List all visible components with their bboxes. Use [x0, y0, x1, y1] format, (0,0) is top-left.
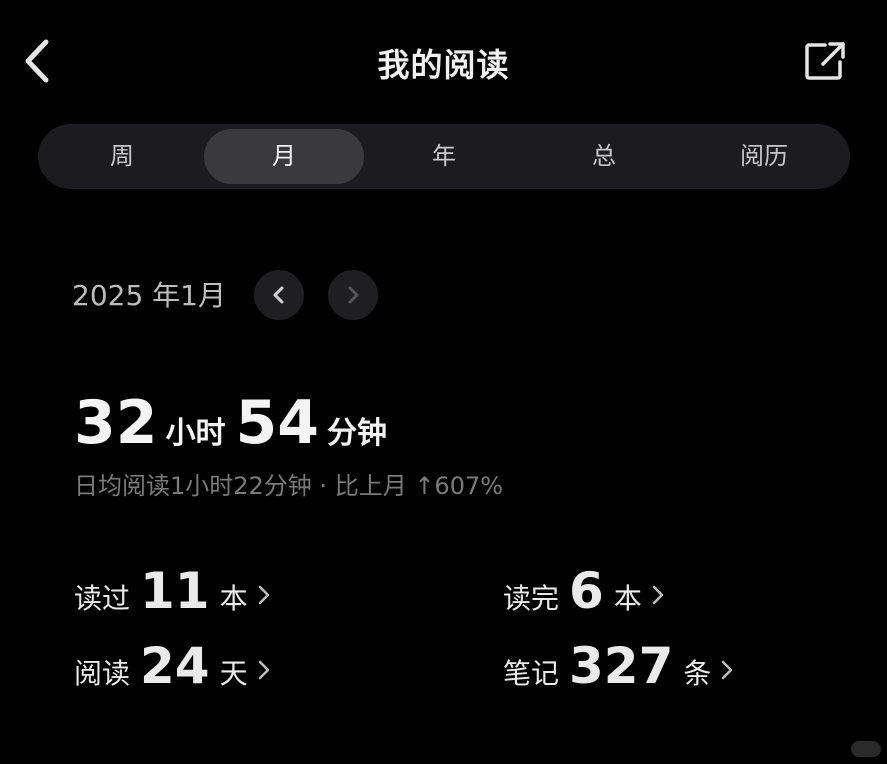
- period-label: 2025 年1月: [72, 279, 226, 312]
- stat-unit: 天: [219, 657, 248, 690]
- share-button[interactable]: [803, 40, 847, 82]
- chevron-right-icon: [258, 660, 269, 680]
- stat-value: 24: [140, 637, 210, 695]
- total-hours: 32: [74, 388, 158, 458]
- chevron-left-icon: [273, 286, 284, 304]
- stat-unit: 本: [219, 582, 248, 615]
- stat-value: 11: [140, 562, 210, 620]
- hours-unit: 小时: [165, 416, 226, 451]
- tab-total[interactable]: 总: [524, 129, 684, 184]
- tab-month[interactable]: 月: [204, 129, 364, 184]
- total-reading-time: 32 小时 54 分钟: [74, 388, 397, 458]
- chevron-right-icon: [652, 585, 664, 605]
- chevron-right-icon: [348, 286, 359, 304]
- stat-label: 笔记: [503, 657, 560, 690]
- external-share-icon: [805, 42, 845, 80]
- header: 我的阅读: [0, 0, 887, 120]
- daily-average-text: 日均阅读1小时22分钟 · 比上月 ↑607%: [74, 472, 504, 500]
- period-tab-bar: 周 月 年 总 阅历: [38, 124, 850, 189]
- minutes-unit: 分钟: [327, 416, 387, 451]
- tab-year[interactable]: 年: [364, 129, 524, 184]
- stat-label: 读过: [74, 582, 131, 615]
- tab-history[interactable]: 阅历: [684, 129, 844, 184]
- chevron-right-icon: [722, 660, 733, 680]
- stat-value: 327: [569, 637, 674, 695]
- next-period-button[interactable]: [328, 270, 378, 320]
- watermark-badge: [851, 741, 881, 757]
- stat-notes[interactable]: 笔记 327 条: [503, 637, 733, 695]
- chevron-right-icon: [258, 585, 269, 605]
- stat-books-read[interactable]: 读过 11 本: [74, 562, 270, 620]
- prev-period-button[interactable]: [254, 270, 304, 320]
- total-minutes: 54: [235, 388, 320, 458]
- stat-reading-days[interactable]: 阅读 24 天: [74, 637, 270, 695]
- stat-value: 6: [569, 562, 604, 620]
- stat-label: 阅读: [74, 657, 131, 690]
- page-title: 我的阅读: [377, 46, 510, 84]
- stat-books-finished[interactable]: 读完 6 本: [503, 562, 664, 620]
- tab-week[interactable]: 周: [42, 129, 202, 184]
- stat-unit: 本: [613, 582, 642, 615]
- stat-unit: 条: [683, 657, 712, 690]
- stat-label: 读完: [503, 582, 560, 615]
